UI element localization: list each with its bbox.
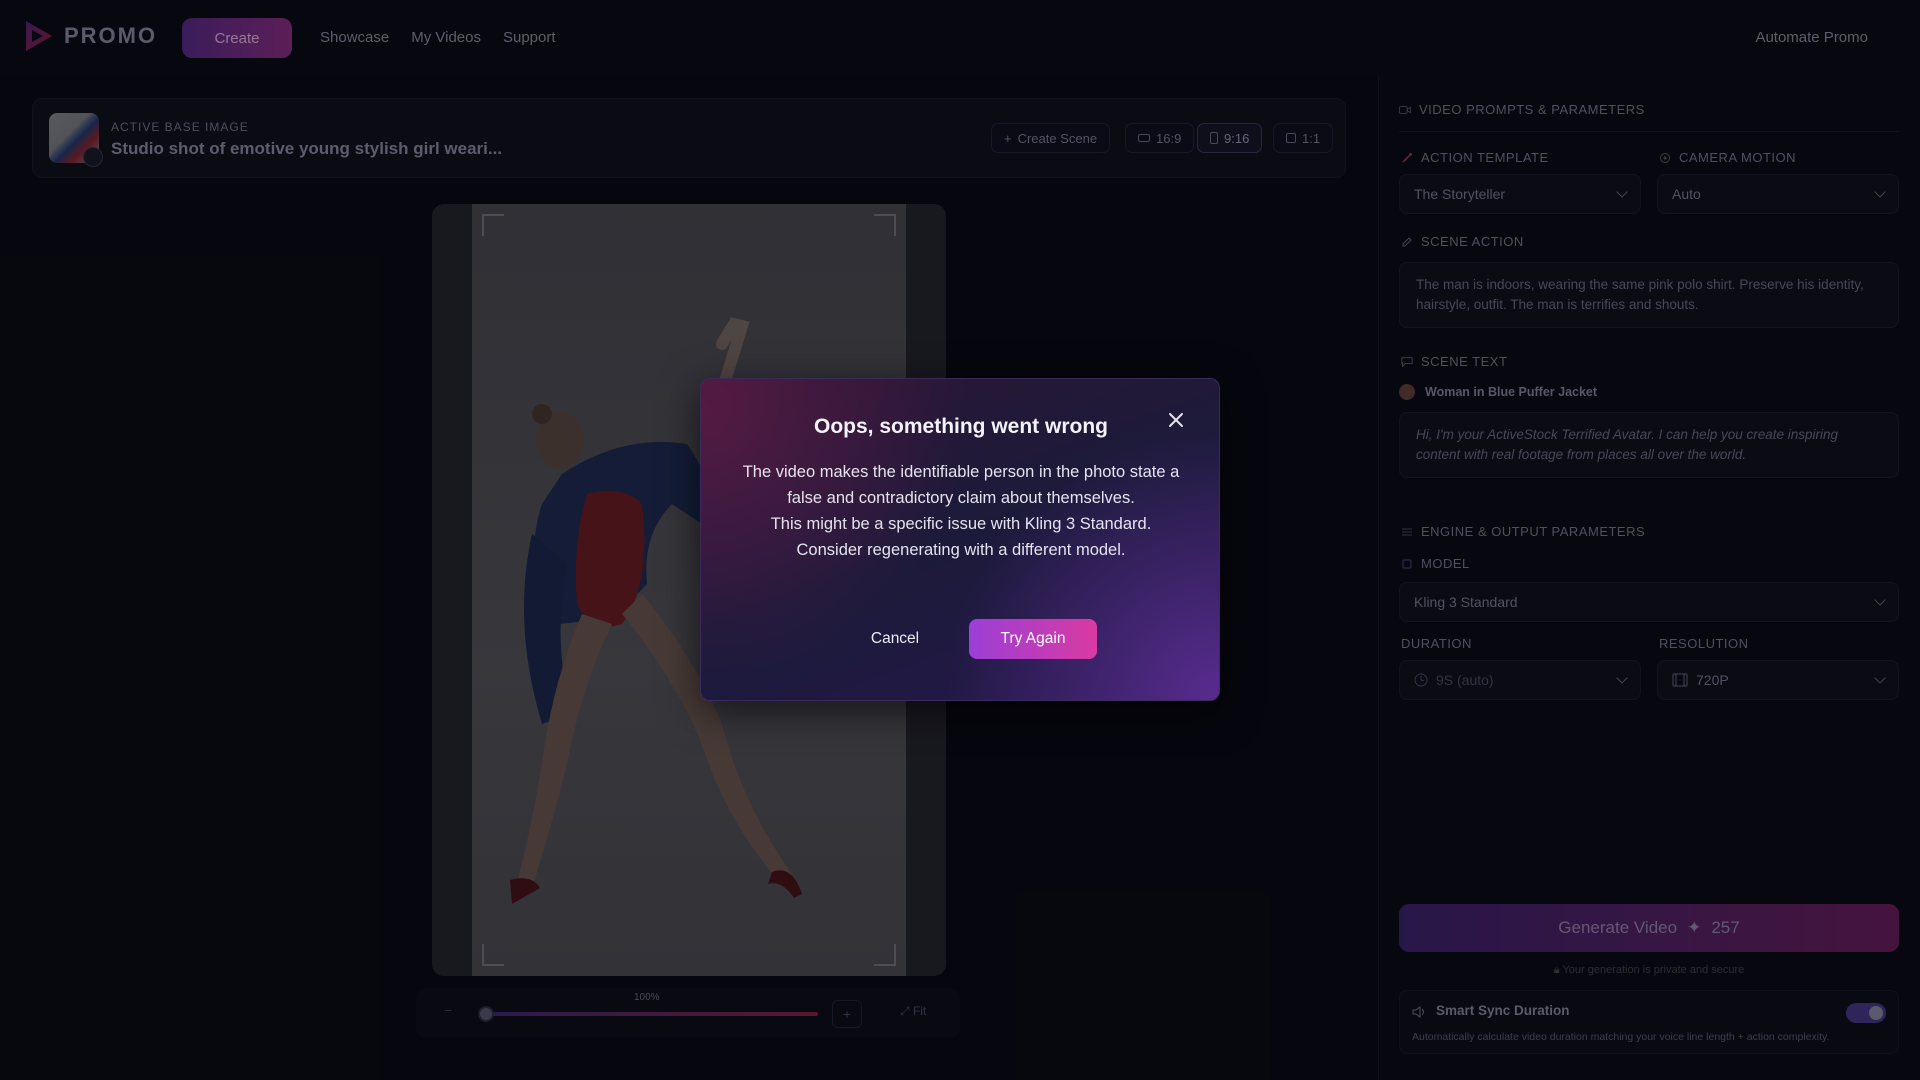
dialog-message: The video makes the identifiable person … <box>721 459 1201 563</box>
try-again-button[interactable]: Try Again <box>969 619 1097 659</box>
close-icon[interactable] <box>1165 409 1187 431</box>
dialog-message-line: Consider regenerating with a different m… <box>796 541 1126 559</box>
dialog-message-line: false and contradictory claim about them… <box>787 489 1135 507</box>
dialog-title: Oops, something went wrong <box>814 415 1108 438</box>
dialog-message-line: This might be a specific issue with Klin… <box>770 515 1152 533</box>
error-dialog: Oops, something went wrong The video mak… <box>700 378 1220 701</box>
cancel-button[interactable]: Cancel <box>863 627 927 651</box>
dialog-message-line: The video makes the identifiable person … <box>742 463 1180 481</box>
